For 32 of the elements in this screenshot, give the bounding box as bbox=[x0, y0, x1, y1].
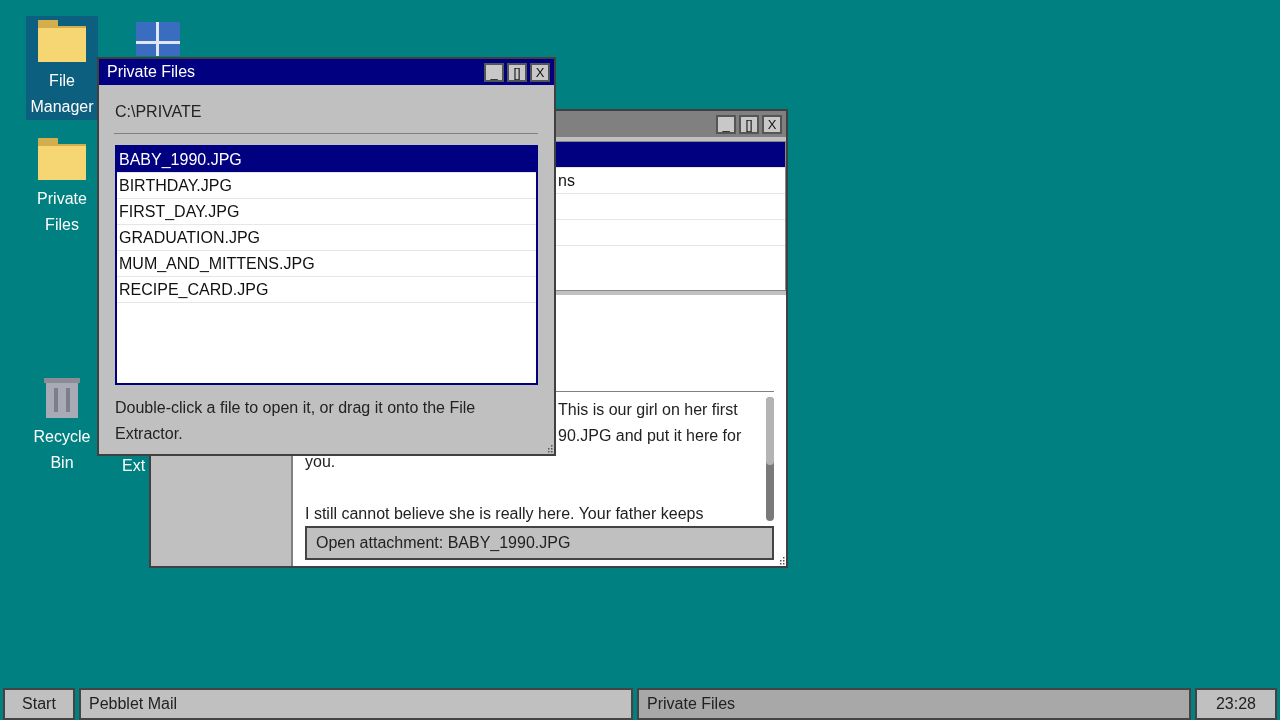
icon-label[interactable]: Ext bbox=[122, 457, 146, 474]
message-text: I still cannot believe she is really here. Your father keeps bbox=[305, 504, 705, 522]
scrollbar[interactable] bbox=[766, 397, 774, 521]
icon-label[interactable]: Private Files bbox=[26, 186, 98, 238]
resize-grip-icon[interactable] bbox=[547, 445, 553, 453]
icon-label[interactable]: File Manager bbox=[26, 68, 98, 120]
hint-text: Double-click a file to open it, or drag it onto the File Extractor. bbox=[115, 398, 477, 444]
window-control-button[interactable]: X bbox=[762, 114, 782, 134]
window-icon[interactable] bbox=[136, 22, 180, 56]
window-control-button[interactable]: [] bbox=[507, 62, 527, 82]
window-control-button[interactable]: X bbox=[530, 62, 550, 82]
message-text: you. bbox=[305, 452, 337, 472]
window-control-button[interactable]: _ bbox=[716, 114, 736, 134]
taskbar-button[interactable]: Private Files bbox=[637, 688, 1191, 720]
message-row[interactable] bbox=[556, 142, 785, 168]
window-control-button[interactable]: _ bbox=[484, 62, 504, 82]
start-button[interactable]: Start bbox=[3, 688, 75, 720]
open-attachment-button[interactable]: Open attachment: BABY_1990.JPG bbox=[305, 526, 774, 560]
message-text: 90.JPG and put it here for bbox=[558, 426, 743, 446]
resize-grip-icon[interactable] bbox=[779, 557, 785, 565]
message-text: This is our girl on her first bbox=[558, 400, 739, 420]
folder-icon bbox=[38, 138, 86, 180]
folder-path: C:\PRIVATE bbox=[115, 103, 203, 121]
icon-label[interactable]: Recycle Bin bbox=[26, 424, 98, 476]
clock: 23:28 bbox=[1195, 688, 1277, 720]
window-control-button[interactable]: [] bbox=[739, 114, 759, 134]
trash-icon bbox=[44, 378, 80, 418]
desktop-icon[interactable]: File Manager bbox=[26, 16, 98, 120]
folder-icon bbox=[38, 20, 86, 62]
taskbar-button[interactable]: Pebblet Mail bbox=[79, 688, 633, 720]
file-item[interactable]: BABY_1990.JPG bbox=[117, 147, 536, 173]
window-title: Private Files bbox=[107, 63, 197, 81]
